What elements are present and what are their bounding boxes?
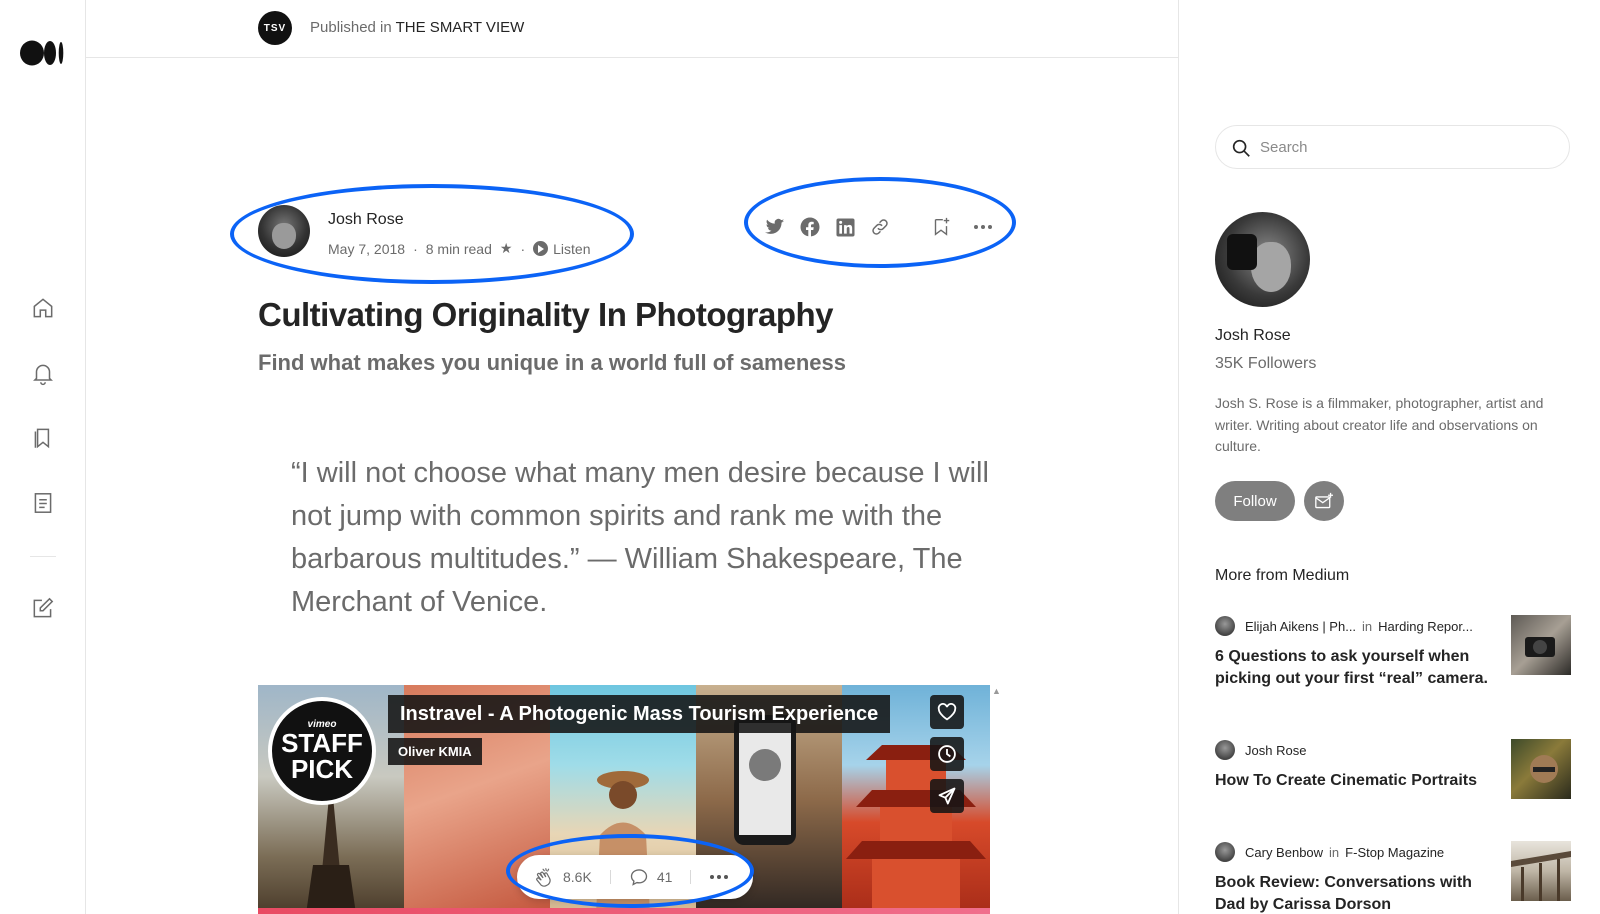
story-byline: Elijah Aikens | Ph... in Harding Repor..… xyxy=(1215,615,1473,637)
pull-quote: “I will not choose what many men desire … xyxy=(291,457,989,618)
member-star-icon: ★ xyxy=(499,240,513,256)
story-thumbnail[interactable] xyxy=(1511,841,1571,901)
profile-avatar[interactable] xyxy=(1215,212,1310,307)
facebook-icon[interactable] xyxy=(799,216,821,238)
comment-count: 41 xyxy=(656,869,673,885)
published-in-prefix: Published in xyxy=(310,19,392,36)
author-avatar[interactable] xyxy=(258,205,310,257)
bookmark-add-icon[interactable] xyxy=(930,216,952,238)
reactions-bar: 8.6K 41 xyxy=(517,855,753,899)
follower-count[interactable]: 35K Followers xyxy=(1215,355,1316,373)
article-title: Cultivating Originality In Photography xyxy=(258,296,834,333)
story-thumbnail[interactable] xyxy=(1511,615,1571,675)
staff-pick-badge: vimeo STAFF PICK xyxy=(268,697,376,805)
publication-logo[interactable]: TSV xyxy=(258,11,292,45)
profile-bio: Josh S. Rose is a filmmaker, photographe… xyxy=(1215,395,1544,454)
video-author[interactable]: Oliver KMIA xyxy=(388,738,482,765)
story-author[interactable]: Josh Rose xyxy=(1245,743,1306,758)
twitter-icon[interactable] xyxy=(764,216,786,238)
send-icon[interactable] xyxy=(930,779,964,813)
story-byline: Cary Benbow in F-Stop Magazine xyxy=(1215,841,1444,863)
clap-count: 8.6K xyxy=(563,869,592,885)
left-rail xyxy=(0,0,86,914)
listen-button[interactable]: Listen xyxy=(533,241,590,257)
linkedin-icon[interactable] xyxy=(834,216,856,238)
clock-icon[interactable] xyxy=(930,737,964,771)
profile-name[interactable]: Josh Rose xyxy=(1215,327,1291,345)
follow-button[interactable]: Follow xyxy=(1215,481,1295,521)
meta-dot: · xyxy=(520,240,526,257)
publication-bar: TSV Published in THE SMART VIEW xyxy=(86,0,1178,58)
story-publication[interactable]: Harding Repor... xyxy=(1378,619,1473,634)
story-in-label: in xyxy=(1329,844,1340,860)
pick-label: PICK xyxy=(290,754,354,784)
article-subtitle: Find what makes you unique in a world fu… xyxy=(258,350,846,375)
search-bar xyxy=(1215,125,1570,169)
story-byline: Josh Rose xyxy=(1215,739,1306,761)
story-thumbnail[interactable] xyxy=(1511,739,1571,799)
story-in-label: in xyxy=(1362,618,1373,634)
published-in: Published in THE SMART VIEW xyxy=(310,19,524,36)
rail-divider xyxy=(30,556,56,557)
bookmarks-icon[interactable] xyxy=(30,425,56,451)
write-icon[interactable] xyxy=(30,595,56,621)
more-options-icon[interactable] xyxy=(709,874,729,880)
embed-bottom-bar xyxy=(258,908,990,914)
heart-icon[interactable] xyxy=(930,695,964,729)
share-toolbar xyxy=(764,216,1007,238)
publish-date: May 7, 2018 xyxy=(328,240,406,257)
play-icon xyxy=(533,241,549,256)
search-input[interactable] xyxy=(1260,126,1550,168)
story-publication[interactable]: F-Stop Magazine xyxy=(1345,845,1444,860)
video-title[interactable]: Instravel - A Photogenic Mass Tourism Ex… xyxy=(388,695,891,733)
story-title[interactable]: How To Create Cinematic Portraits xyxy=(1215,770,1500,792)
story-author-avatar[interactable] xyxy=(1215,842,1235,862)
sidebar-divider xyxy=(1178,0,1179,914)
story-title[interactable]: 6 Questions to ask yourself when picking… xyxy=(1215,646,1500,689)
story-author[interactable]: Cary Benbow xyxy=(1245,845,1323,860)
medium-logo[interactable] xyxy=(20,40,65,71)
publication-link[interactable]: THE SMART VIEW xyxy=(396,19,525,36)
stories-icon[interactable] xyxy=(30,490,56,516)
scroll-up-arrow-icon[interactable]: ▲ xyxy=(992,686,1006,700)
listen-label: Listen xyxy=(553,240,591,257)
link-icon[interactable] xyxy=(869,216,891,238)
story-author[interactable]: Elijah Aikens | Ph... xyxy=(1245,619,1356,634)
reaction-separator xyxy=(690,870,692,884)
read-time: 8 min read xyxy=(425,240,492,257)
story-title[interactable]: Book Review: Conversations with Dad by C… xyxy=(1215,872,1500,914)
home-icon[interactable] xyxy=(30,295,56,321)
staff-label: STAFF xyxy=(281,728,363,758)
subscribe-email-icon[interactable] xyxy=(1304,481,1344,521)
search-icon xyxy=(1230,137,1252,164)
comments-button[interactable]: 41 xyxy=(629,867,673,887)
more-icon[interactable] xyxy=(972,216,994,238)
reaction-separator xyxy=(609,870,611,884)
story-author-avatar[interactable] xyxy=(1215,740,1235,760)
story-author-avatar[interactable] xyxy=(1215,616,1235,636)
clap-button[interactable]: 8.6K xyxy=(533,866,592,888)
article-meta: May 7, 2018 · 8 min read ★ · Listen xyxy=(328,240,590,257)
author-name[interactable]: Josh Rose xyxy=(328,211,404,229)
notifications-icon[interactable] xyxy=(30,360,56,386)
more-from-medium-heading: More from Medium xyxy=(1215,567,1350,584)
meta-dot: · xyxy=(413,240,418,257)
